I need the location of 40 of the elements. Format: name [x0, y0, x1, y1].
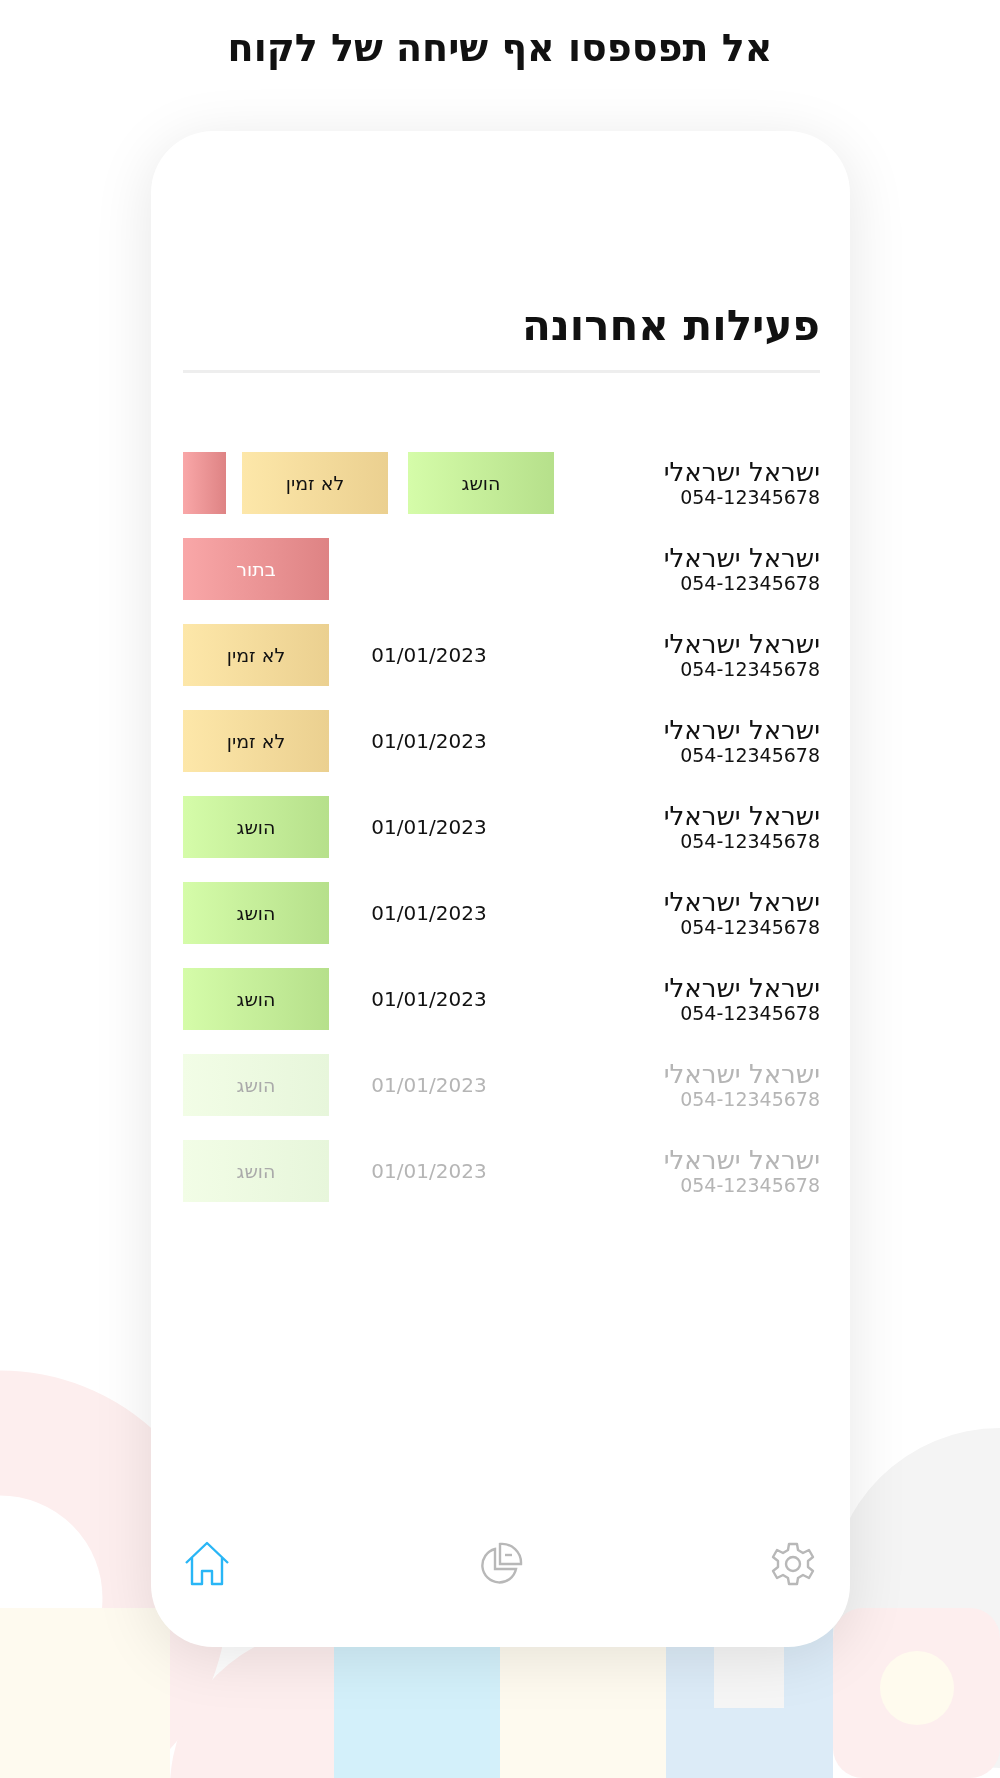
call-date: 01/01/2023: [371, 815, 487, 839]
headline: אל תפספסו אף שיחה של לקוח: [226, 25, 774, 72]
phone-number: 054-12345678: [679, 830, 820, 853]
status-chip: הושג: [183, 968, 329, 1030]
phone-number: 054-12345678: [679, 1088, 820, 1111]
status-chip: הושג: [183, 1054, 329, 1116]
call-date: 01/01/2023: [371, 643, 487, 667]
contact-name: ישראל ישראלי: [662, 973, 820, 1003]
phone-number: 054-12345678: [679, 916, 820, 939]
contact-name: ישראל ישראלי: [662, 629, 820, 659]
status-chip: לא זמין: [183, 624, 329, 686]
call-date: 01/01/2023: [371, 729, 487, 753]
status-chip: הושג: [408, 452, 554, 514]
contact-name: ישראל ישראלי: [662, 543, 820, 573]
status-chip: הושג: [183, 1140, 329, 1202]
action-tile[interactable]: [183, 452, 226, 514]
phone-number: 054-12345678: [679, 744, 820, 767]
contact-name: ישראל ישראלי: [662, 457, 820, 487]
status-chip: לא זמין: [183, 710, 329, 772]
screen-title: פעילות אחרונה: [183, 301, 820, 373]
call-date: 01/01/2023: [371, 987, 487, 1011]
action-button[interactable]: לא זמין: [242, 452, 388, 514]
contact-name: ישראל ישראלי: [662, 1059, 820, 1089]
contact-name: ישראל ישראלי: [662, 715, 820, 745]
status-chip: הושג: [183, 882, 329, 944]
phone-number: 054-12345678: [679, 572, 820, 595]
phone-number: 054-12345678: [679, 486, 820, 509]
status-chip: בתור: [183, 538, 329, 600]
contact-name: ישראל ישראלי: [662, 801, 820, 831]
contact-name: ישראל ישראלי: [662, 887, 820, 917]
phone-number: 054-12345678: [679, 658, 820, 681]
home-icon[interactable]: [183, 1541, 231, 1587]
status-chip: הושג: [183, 796, 329, 858]
contact-name: ישראל ישראלי: [662, 1145, 820, 1175]
settings-icon[interactable]: [770, 1541, 816, 1587]
call-date: 01/01/2023: [371, 1073, 487, 1097]
call-date: 01/01/2023: [371, 901, 487, 925]
call-date: 01/01/2023: [371, 1159, 487, 1183]
phone-number: 054-12345678: [679, 1002, 820, 1025]
phone-number: 054-12345678: [679, 1174, 820, 1197]
